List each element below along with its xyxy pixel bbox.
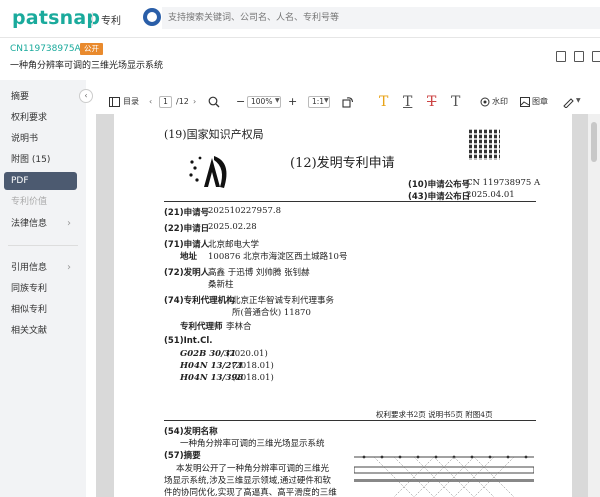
- download-icon[interactable]: [556, 51, 566, 62]
- office-name: (19)国家知识产权局: [164, 128, 264, 141]
- patsnap-logo[interactable]: patsnap: [12, 7, 100, 29]
- agency-line-1: 北京正华智诚专利代理事务: [232, 296, 335, 306]
- collapse-sidebar-button[interactable]: ‹: [79, 89, 93, 103]
- sidebar-item-citations[interactable]: 引用信息 ›: [4, 259, 77, 277]
- invention-name: 一种角分辨率可调的三维光场显示系统: [180, 439, 325, 449]
- chevron-down-icon[interactable]: ▼: [576, 90, 581, 112]
- applicant-label: (71)申请人: [164, 240, 210, 250]
- text-strike-icon[interactable]: T: [427, 93, 436, 111]
- sidebar-item-similar[interactable]: 相似专利: [4, 301, 77, 319]
- pub-no-label: (10)申请公布号: [408, 180, 471, 190]
- page-number-input[interactable]: 1: [159, 96, 172, 108]
- document-type: (12)发明专利申请: [290, 156, 395, 171]
- abstract-figure: [354, 455, 534, 497]
- agency-label: (74)专利代理机构: [164, 296, 235, 306]
- sidebar-item-claims[interactable]: 权利要求: [4, 109, 77, 127]
- module-label[interactable]: 专利: [101, 12, 121, 27]
- invention-name-label: (54)发明名称: [164, 427, 218, 437]
- patent-title: 一种角分辨率可调的三维光场显示系统: [10, 61, 164, 71]
- pen-icon[interactable]: [562, 96, 574, 108]
- app-no: 202510227957.8: [208, 206, 282, 216]
- agency-line-2: 所(普通合伙) 11870: [232, 308, 311, 318]
- watermark-icon[interactable]: [480, 97, 490, 107]
- divider: [8, 245, 78, 246]
- page-count-note: 权利要求书2页 说明书5页 附图4页: [376, 410, 493, 419]
- app-no-label: (21)申请号: [164, 208, 210, 218]
- rotate-icon[interactable]: [342, 96, 354, 108]
- sidebar-item-abstract[interactable]: 摘要: [4, 88, 77, 106]
- export-icon[interactable]: [592, 51, 600, 62]
- sidebar-item-family[interactable]: 同族专利: [4, 280, 77, 298]
- toc-icon[interactable]: [109, 97, 120, 107]
- stamp-icon[interactable]: [520, 97, 530, 107]
- patent-id: CN119738975A: [10, 44, 81, 54]
- ipc-date: (2018.01): [232, 373, 274, 383]
- sidebar-item-figures[interactable]: 附图 (15): [4, 151, 77, 169]
- inventors-line-2: 桑新柱: [208, 280, 234, 290]
- chevron-down-icon: ▼: [275, 97, 280, 104]
- figure-button[interactable]: 图章: [532, 91, 548, 113]
- ipc-date: (2020.01): [226, 349, 268, 359]
- top-bar: patsnap 专利: [0, 0, 600, 38]
- divider: [164, 420, 536, 421]
- status-badge: 公开: [80, 43, 103, 55]
- patent-office-emblem-icon: [189, 156, 227, 188]
- chevron-right-icon: ›: [67, 262, 71, 273]
- app-date: 2025.02.28: [208, 222, 257, 232]
- scrollbar-thumb[interactable]: [591, 122, 597, 162]
- inventors-line-1: 高鑫 于迅博 刘帅腾 张钊赫: [208, 268, 310, 278]
- address-label: 地址: [180, 252, 198, 262]
- favorite-icon[interactable]: [574, 51, 584, 62]
- chevron-right-icon: ›: [67, 218, 71, 229]
- divider: [164, 201, 536, 202]
- divider: [92, 12, 93, 26]
- prev-page-icon[interactable]: ‹: [149, 91, 152, 113]
- zoom-in-icon[interactable]: +: [288, 91, 297, 113]
- abstract-line: 本发明公开了一种角分辨率可调的三维光: [176, 464, 330, 474]
- sidebar-item-value[interactable]: 专利价值: [4, 193, 77, 211]
- applicant: 北京邮电大学: [208, 240, 260, 250]
- pub-no: CN 119738975 A: [466, 178, 541, 188]
- sidebar-item-related[interactable]: 相关文献: [4, 322, 77, 340]
- qr-code: [469, 129, 500, 160]
- pdf-viewer[interactable]: (19)国家知识产权局 (12)发明专利申请 (10)申请公布号 CN 1197…: [96, 114, 588, 497]
- agent: 李林合: [226, 322, 252, 332]
- page-total: /12: [176, 97, 189, 106]
- text-plain-icon[interactable]: T: [451, 93, 460, 111]
- pdf-toolbar: 目录 ‹ 1 /12 › − 100% ▼ + 1:1 ▼ T T T T 水印…: [96, 91, 600, 113]
- sidebar-item-description[interactable]: 说明书: [4, 130, 77, 148]
- chevron-down-icon: ▼: [324, 97, 329, 104]
- abstract-line: 场显示系统,涉及三维显示领域,通过硬件和软: [164, 476, 331, 486]
- abstract-label: (57)摘要: [164, 451, 201, 461]
- address: 100876 北京市海淀区西土城路10号: [208, 252, 348, 262]
- pdf-page: (19)国家知识产权局 (12)发明专利申请 (10)申请公布号 CN 1197…: [114, 114, 572, 497]
- next-page-icon[interactable]: ›: [193, 91, 196, 113]
- intcl-label: (51)Int.Cl.: [164, 336, 213, 346]
- text-underline-icon[interactable]: T: [403, 93, 412, 111]
- sidebar-item-pdf[interactable]: PDF: [4, 172, 77, 190]
- search-input[interactable]: [162, 7, 600, 29]
- app-date-label: (22)申请日: [164, 224, 210, 234]
- abstract-line: 件的协同优化,实现了高逼真、高平滑度的三维: [164, 488, 337, 497]
- scrollbar[interactable]: [588, 114, 600, 497]
- sidebar-item-legal[interactable]: 法律信息 ›: [4, 215, 77, 233]
- inventor-label: (72)发明人: [164, 268, 210, 278]
- sidebar: 摘要 权利要求 说明书 附图 (15) PDF 专利价值 法律信息 › 引用信息 ›…: [0, 80, 86, 497]
- search-icon[interactable]: [143, 8, 161, 26]
- zoom-out-icon[interactable]: −: [236, 91, 245, 113]
- text-highlight-icon[interactable]: T: [379, 93, 388, 111]
- agent-label: 专利代理师: [180, 322, 223, 332]
- watermark-button[interactable]: 水印: [492, 91, 508, 113]
- toc-button[interactable]: 目录: [123, 91, 139, 113]
- ipc-date: (2018.01): [232, 361, 274, 371]
- zoom-search-icon[interactable]: [208, 96, 220, 108]
- pub-date: 2025.04.01: [466, 190, 515, 200]
